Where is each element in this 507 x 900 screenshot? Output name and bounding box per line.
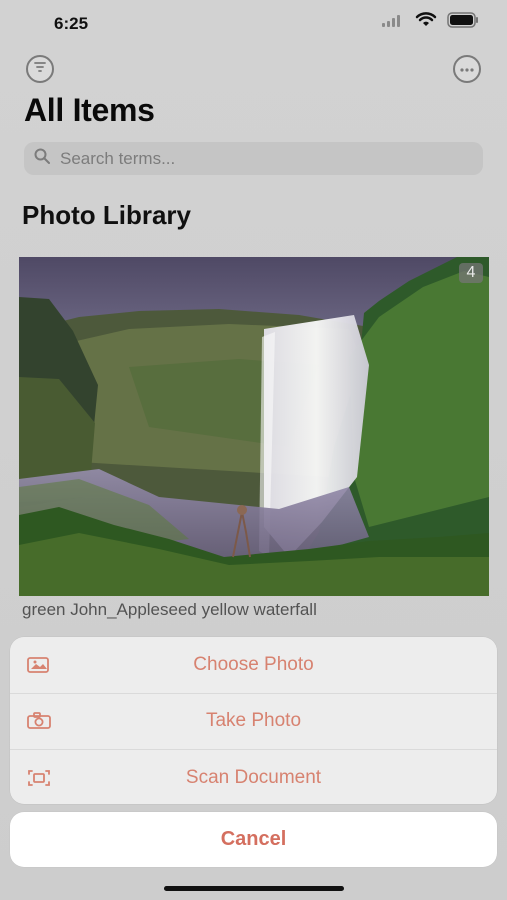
- take-photo-label: Take Photo: [205, 710, 302, 732]
- scan-document-label: Scan Document: [185, 767, 322, 789]
- choose-photo-label: Choose Photo: [193, 653, 314, 675]
- scan-icon: [26, 768, 52, 788]
- action-sheet: Choose Photo Take Photo Scan Document: [10, 637, 497, 804]
- take-photo-action[interactable]: Take Photo: [10, 694, 497, 751]
- home-indicator: [164, 886, 344, 891]
- choose-photo-action[interactable]: Choose Photo: [10, 637, 497, 694]
- cancel-button[interactable]: Cancel: [10, 812, 497, 867]
- cancel-label: Cancel: [220, 828, 287, 850]
- camera-icon: [26, 711, 52, 731]
- scan-document-action[interactable]: Scan Document: [10, 750, 497, 804]
- photo-icon: [26, 655, 52, 675]
- screen: 6:25 All Items Search terms... Photo Lib…: [0, 0, 507, 900]
